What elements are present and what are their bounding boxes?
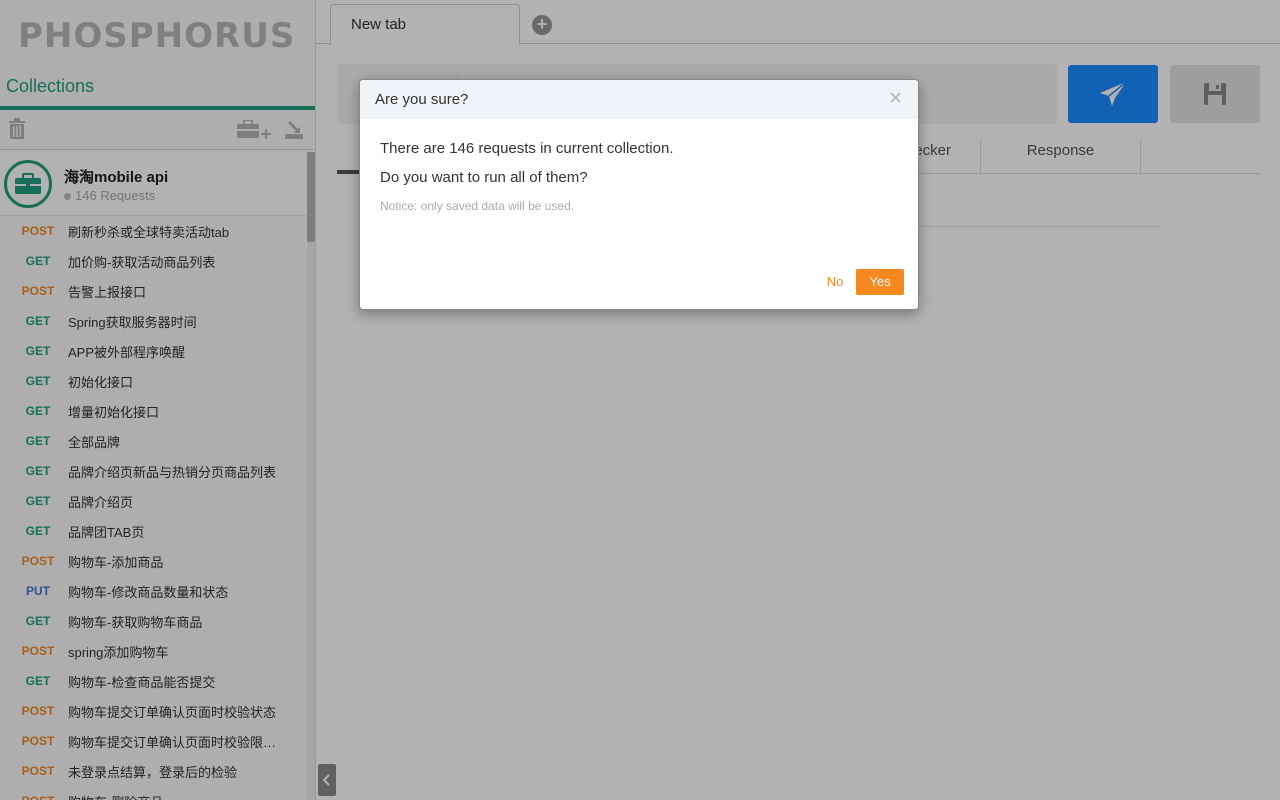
dialog-notice: Notice: only saved data will be used. (380, 199, 575, 213)
dialog-header: Are you sure? × (360, 80, 918, 119)
dialog-message-line1: There are 146 requests in current collec… (380, 140, 674, 157)
confirm-dialog: Are you sure? × There are 146 requests i… (359, 79, 919, 310)
dialog-message-line2: Do you want to run all of them? (380, 169, 588, 186)
close-icon[interactable]: × (889, 87, 902, 109)
yes-button[interactable]: Yes (856, 269, 904, 295)
dialog-title: Are you sure? (375, 91, 469, 108)
no-button[interactable]: No (817, 269, 853, 295)
